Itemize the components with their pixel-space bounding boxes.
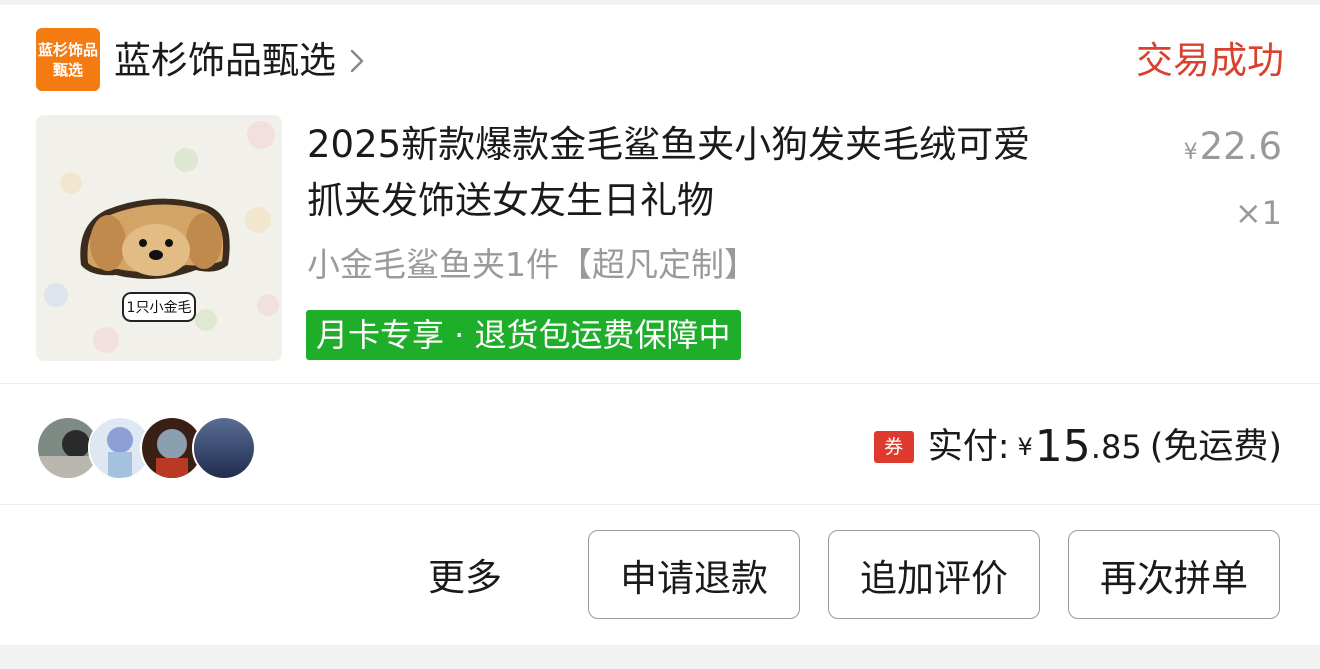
shop-logo-line1: 蓝杉饰品 bbox=[37, 40, 98, 59]
product-image-caption: 1只小金毛 bbox=[126, 300, 192, 316]
shop-logo-line2: 甄选 bbox=[52, 60, 83, 79]
coupon-icon: 券 bbox=[873, 431, 914, 463]
shop-logo[interactable]: 蓝杉饰品 甄选 bbox=[36, 28, 100, 91]
divider bbox=[0, 504, 1320, 505]
paid-amount-int: 15 bbox=[1034, 421, 1091, 472]
paid-amount-dec: .85 bbox=[1090, 428, 1142, 466]
price-value: 22.6 bbox=[1199, 125, 1282, 168]
quantity: ×1 bbox=[1234, 194, 1282, 232]
add-review-button[interactable]: 追加评价 bbox=[828, 530, 1040, 619]
product-title-line1: 2025新款爆款金毛鲨鱼夹小狗发夹毛绒可爱 bbox=[307, 123, 1031, 166]
shop-name: 蓝杉饰品甄选 bbox=[114, 39, 336, 82]
avatar bbox=[192, 416, 256, 480]
more-button[interactable]: 更多 bbox=[428, 550, 502, 606]
order-card[interactable]: 蓝杉饰品 甄选 蓝杉饰品甄选 交易成功 1只小金毛 2025新款爆款金毛鲨鱼夹小… bbox=[0, 5, 1320, 645]
divider bbox=[0, 383, 1320, 384]
product-image bbox=[36, 115, 282, 361]
order-status: 交易成功 bbox=[1136, 39, 1284, 82]
refund-button[interactable]: 申请退款 bbox=[588, 530, 800, 619]
product-title[interactable]: 2025新款爆款金毛鲨鱼夹小狗发夹毛绒可爱 抓夹发饰送女友生日礼物 bbox=[307, 117, 1137, 229]
unit-price: ¥22.6 bbox=[1184, 125, 1282, 175]
amount-paid: 券 实付: ¥ 15 .85 (免运费) bbox=[873, 420, 1282, 474]
sku-spec: 小金毛鲨鱼夹1件【超凡定制】 bbox=[307, 245, 757, 284]
price-currency: ¥ bbox=[1183, 140, 1198, 165]
paid-label: 实付: bbox=[927, 427, 1010, 467]
paid-currency: ¥ bbox=[1017, 433, 1033, 461]
guarantee-badge[interactable]: 月卡专享 · 退货包运费保障中 bbox=[306, 310, 741, 360]
regroup-button[interactable]: 再次拼单 bbox=[1068, 530, 1280, 619]
shipping-note: (免运费) bbox=[1149, 427, 1282, 467]
product-title-line2: 抓夹发饰送女友生日礼物 bbox=[307, 179, 714, 222]
chevron-right-icon bbox=[350, 49, 364, 73]
product-thumbnail[interactable]: 1只小金毛 bbox=[36, 115, 282, 361]
shop-name-link[interactable]: 蓝杉饰品甄选 bbox=[114, 37, 364, 85]
